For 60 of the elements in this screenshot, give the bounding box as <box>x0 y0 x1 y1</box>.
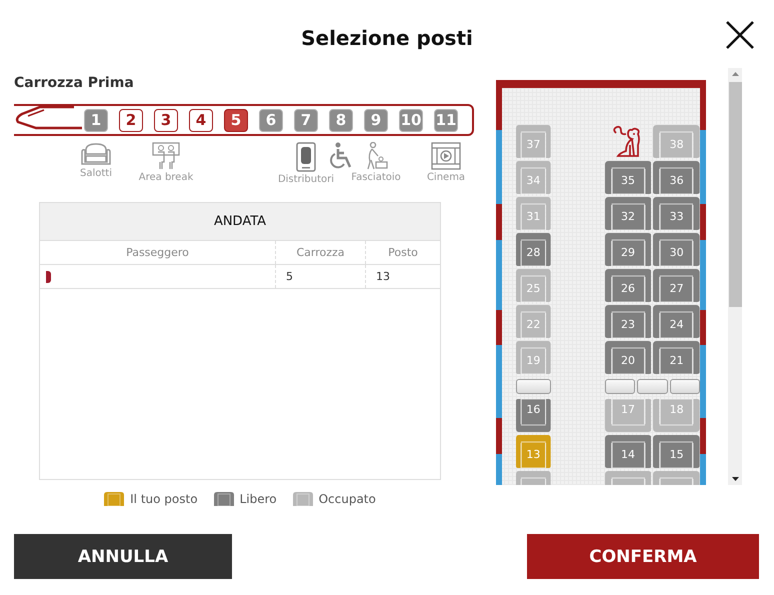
seat[interactable]: 30 <box>653 233 700 266</box>
legend-label: Libero <box>240 492 277 506</box>
coach-tab[interactable]: 8 <box>329 108 353 132</box>
seat[interactable]: 35 <box>604 161 652 194</box>
amenity-label: Distributori <box>278 174 334 185</box>
coach-tab[interactable]: 1 <box>84 108 108 132</box>
coach-class-label: Carrozza Prima <box>14 75 135 91</box>
coach-tab[interactable]: 11 <box>434 108 458 132</box>
film-icon <box>431 142 461 170</box>
seat[interactable]: 13 <box>516 435 551 468</box>
people-icon <box>152 142 180 170</box>
amenity-label: Salotti <box>80 168 112 179</box>
coach-tab[interactable]: 6 <box>259 108 283 132</box>
scrollbar[interactable] <box>728 68 742 485</box>
seat[interactable]: 29 <box>604 233 652 266</box>
dialog-title: Selezione posti <box>301 26 473 50</box>
wheelchair-icon <box>328 142 354 170</box>
table-cell: 13 <box>365 265 440 288</box>
journey-heading: ANDATA <box>40 203 440 241</box>
scroll-down-icon[interactable] <box>732 477 738 481</box>
passenger-marker <box>46 270 51 282</box>
seat[interactable]: 27 <box>653 269 700 302</box>
coach-tab[interactable]: 9 <box>364 108 388 132</box>
seat[interactable]: 33 <box>653 197 700 230</box>
coach-tab[interactable]: 7 <box>294 108 318 132</box>
confirm-button[interactable]: CONFERMA <box>527 534 759 579</box>
table-shape <box>637 379 668 394</box>
seat[interactable]: 36 <box>653 161 700 194</box>
close-icon[interactable] <box>725 20 755 50</box>
column-header: Passeggero <box>125 245 190 261</box>
seat[interactable]: 24 <box>653 305 700 338</box>
column-header: Carrozza <box>275 241 365 264</box>
seat[interactable]: 32 <box>604 197 652 230</box>
column-header: Posto <box>365 241 440 264</box>
coach-tab[interactable]: 10 <box>399 108 423 132</box>
seat[interactable]: 20 <box>604 341 652 374</box>
armchair-icon <box>80 142 112 166</box>
coach-tab[interactable]: 4 <box>189 108 213 132</box>
table-shape <box>604 379 636 394</box>
coach-tab[interactable]: 5 <box>224 108 248 132</box>
seat[interactable]: 26 <box>604 269 652 302</box>
legend-label: Occupato <box>318 492 376 506</box>
table-cell: 5 <box>275 265 365 288</box>
scroll-up-icon[interactable] <box>732 72 738 76</box>
vending-machine-icon <box>296 142 316 172</box>
seat[interactable]: 14 <box>604 435 652 468</box>
coach-tab[interactable]: 2 <box>119 108 143 132</box>
amenity-label: Cinema <box>426 172 466 183</box>
seat[interactable]: 23 <box>604 305 652 338</box>
table-shape <box>516 379 551 394</box>
amenity-label: Fasciatoio <box>351 172 401 183</box>
seat[interactable]: 15 <box>653 435 700 468</box>
cancel-button[interactable]: ANNULLA <box>14 534 232 579</box>
legend-label: Il tuo posto <box>130 492 198 506</box>
seat[interactable]: 16 <box>516 399 551 432</box>
seat[interactable]: 28 <box>516 233 551 266</box>
amenity-label: Area break <box>138 172 194 183</box>
coach-tab[interactable]: 3 <box>154 108 178 132</box>
seat[interactable]: 21 <box>653 341 700 374</box>
table-shape <box>670 379 700 394</box>
